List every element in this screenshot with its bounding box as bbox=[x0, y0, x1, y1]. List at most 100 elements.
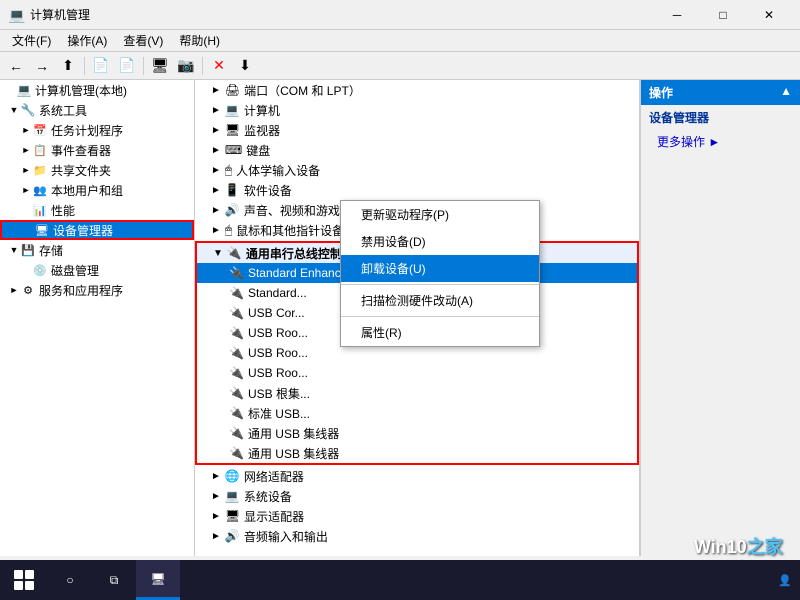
tree-root[interactable]: 💻 计算机管理(本地) bbox=[0, 80, 194, 100]
dev-keyboard[interactable]: ► ⌨ 键盘 bbox=[195, 140, 639, 160]
back-button[interactable]: ← bbox=[4, 55, 28, 77]
dev-usb-4-label: USB Roo... bbox=[248, 326, 308, 340]
task-arrow: ► bbox=[20, 124, 32, 136]
event-label: 事件查看器 bbox=[51, 142, 111, 159]
svc-icon: ⚙ bbox=[20, 282, 36, 298]
taskbar: ○ ⧉ 🖥 👤 bbox=[0, 560, 800, 600]
tree-storage[interactable]: ▼ 💾 存储 bbox=[0, 240, 194, 260]
maximize-button[interactable]: □ bbox=[700, 0, 746, 30]
dev-audio-out[interactable]: ► 🔊 音频输入和输出 bbox=[195, 526, 639, 546]
forward-button[interactable]: → bbox=[30, 55, 54, 77]
context-menu: 更新驱动程序(P) 禁用设备(D) 卸载设备(U) 扫描检测硬件改动(A) 属性… bbox=[340, 200, 540, 347]
ctx-uninstall-device[interactable]: 卸载设备(U) bbox=[341, 255, 539, 282]
tree-performance[interactable]: 📊 性能 bbox=[0, 200, 194, 220]
dev-usb-7[interactable]: 🔌 USB 根集... bbox=[197, 383, 637, 403]
ctx-disable-device[interactable]: 禁用设备(D) bbox=[341, 228, 539, 255]
dev-usb-6-label: USB Roo... bbox=[248, 366, 308, 380]
dev-monitor-label: 监视器 bbox=[244, 122, 280, 139]
event-arrow: ► bbox=[20, 144, 32, 156]
ops-more-actions[interactable]: 更多操作 ► bbox=[641, 130, 800, 153]
dev-computer[interactable]: ► 💻 计算机 bbox=[195, 100, 639, 120]
storage-label: 存储 bbox=[39, 242, 63, 259]
svc-arrow: ► bbox=[8, 284, 20, 296]
show-hide-button[interactable]: 📄 bbox=[89, 55, 113, 77]
menu-view[interactable]: 查看(V) bbox=[115, 30, 171, 51]
dev-audio-out-label: 音频输入和输出 bbox=[244, 528, 328, 545]
dev-mouse-label: 鼠标和其他指针设备 bbox=[236, 222, 344, 239]
task-view-button[interactable]: ⧉ bbox=[92, 560, 136, 600]
minimize-button[interactable]: ─ bbox=[654, 0, 700, 30]
dev-ports[interactable]: ► 🖨 端口（COM 和 LPT） bbox=[195, 80, 639, 100]
dev-usb-8-label: 标准 USB... bbox=[248, 405, 310, 422]
perf-label: 性能 bbox=[51, 202, 75, 219]
search-button[interactable]: ○ bbox=[48, 560, 92, 600]
root-label: 计算机管理(本地) bbox=[35, 82, 127, 99]
systools-arrow: ▼ bbox=[8, 104, 20, 116]
tree-shared-folders[interactable]: ► 📁 共享文件夹 bbox=[0, 160, 194, 180]
dev-monitor[interactable]: ► 🖥 监视器 bbox=[195, 120, 639, 140]
dev-network[interactable]: ► 🌐 网络适配器 bbox=[195, 466, 639, 486]
dev-sys-devices[interactable]: ► 💻 系统设备 bbox=[195, 486, 639, 506]
view1-button[interactable]: 🖥 bbox=[148, 55, 172, 77]
tree-task-scheduler[interactable]: ► 📅 任务计划程序 bbox=[0, 120, 194, 140]
tree-services[interactable]: ► ⚙ 服务和应用程序 bbox=[0, 280, 194, 300]
toolbar: ← → ⬆ 📄 📄 🖥 📷 ✕ ⬇ bbox=[0, 52, 800, 80]
dev-hid[interactable]: ► 🖱 人体学输入设备 bbox=[195, 160, 639, 180]
taskbar-right: 👤 bbox=[778, 574, 800, 587]
dev-sys-label: 系统设备 bbox=[244, 488, 292, 505]
delete-button[interactable]: ✕ bbox=[207, 55, 231, 77]
close-button[interactable]: ✕ bbox=[746, 0, 792, 30]
start-button[interactable] bbox=[0, 560, 48, 600]
ops-header-text: 操作 bbox=[649, 86, 673, 100]
task-label: 任务计划程序 bbox=[51, 122, 123, 139]
dev-software[interactable]: ► 📱 软件设备 bbox=[195, 180, 639, 200]
storage-icon: 💾 bbox=[20, 242, 36, 258]
systools-icon: 🔧 bbox=[20, 102, 36, 118]
dev-computer-label: 计算机 bbox=[244, 102, 280, 119]
ctx-properties[interactable]: 属性(R) bbox=[341, 319, 539, 346]
shared-arrow: ► bbox=[20, 164, 32, 176]
shared-label: 共享文件夹 bbox=[51, 162, 111, 179]
title-text: 计算机管理 bbox=[30, 6, 654, 23]
tree-system-tools[interactable]: ▼ 🔧 系统工具 bbox=[0, 100, 194, 120]
tree-device-manager[interactable]: 🖥 设备管理器 bbox=[0, 220, 194, 240]
dev-usb-hub1-label: 通用 USB 集线器 bbox=[248, 425, 339, 442]
disk-arrow bbox=[20, 264, 32, 276]
ctx-update-driver[interactable]: 更新驱动程序(P) bbox=[341, 201, 539, 228]
view2-button[interactable]: 📷 bbox=[174, 55, 198, 77]
dev-ports-label: 端口（COM 和 LPT） bbox=[244, 82, 361, 99]
computer-mgmt-taskbar[interactable]: 🖥 bbox=[136, 560, 180, 600]
ops-section-text: 设备管理器 bbox=[649, 111, 709, 125]
devmgr-icon: 🖥 bbox=[34, 222, 50, 238]
ops-section: 设备管理器 bbox=[641, 105, 800, 130]
systools-label: 系统工具 bbox=[39, 102, 87, 119]
expand-button[interactable]: 📄 bbox=[115, 55, 139, 77]
perf-icon: 📊 bbox=[32, 202, 48, 218]
task-icon: 📅 bbox=[32, 122, 48, 138]
ops-panel: 操作 ▲ 设备管理器 更多操作 ► bbox=[640, 80, 800, 556]
dev-display[interactable]: ► 🖥 显示适配器 bbox=[195, 506, 639, 526]
dev-usb-5-label: USB Roo... bbox=[248, 346, 308, 360]
ops-collapse[interactable]: ▲ bbox=[780, 84, 792, 98]
tree-local-users[interactable]: ► 👥 本地用户和组 bbox=[0, 180, 194, 200]
dev-usb-3-label: USB Cor... bbox=[248, 306, 305, 320]
dev-usb-6[interactable]: 🔌 USB Roo... bbox=[197, 363, 637, 383]
left-tree: 💻 计算机管理(本地) ▼ 🔧 系统工具 ► 📅 任务计划程序 ► 📋 事件查看… bbox=[0, 80, 195, 556]
dev-usb-8[interactable]: 🔌 标准 USB... bbox=[197, 403, 637, 423]
dev-usb-hub1[interactable]: 🔌 通用 USB 集线器 bbox=[197, 423, 637, 443]
menu-action[interactable]: 操作(A) bbox=[59, 30, 115, 51]
menu-help[interactable]: 帮助(H) bbox=[171, 30, 228, 51]
up-button[interactable]: ⬆ bbox=[56, 55, 80, 77]
dev-usb-hub2[interactable]: 🔌 通用 USB 集线器 bbox=[197, 443, 637, 463]
menu-file[interactable]: 文件(F) bbox=[4, 30, 59, 51]
download-button[interactable]: ⬇ bbox=[233, 55, 257, 77]
dev-software-label: 软件设备 bbox=[244, 182, 292, 199]
perf-arrow bbox=[20, 204, 32, 216]
windows-logo bbox=[14, 570, 34, 590]
tree-disk-mgmt[interactable]: 💿 磁盘管理 bbox=[0, 260, 194, 280]
wm-text1: Win10 bbox=[694, 537, 747, 557]
dev-usb-2-label: Standard... bbox=[248, 286, 307, 300]
wm-text2: 之家 bbox=[747, 537, 783, 557]
ctx-scan-hardware[interactable]: 扫描检测硬件改动(A) bbox=[341, 287, 539, 314]
tree-event-viewer[interactable]: ► 📋 事件查看器 bbox=[0, 140, 194, 160]
